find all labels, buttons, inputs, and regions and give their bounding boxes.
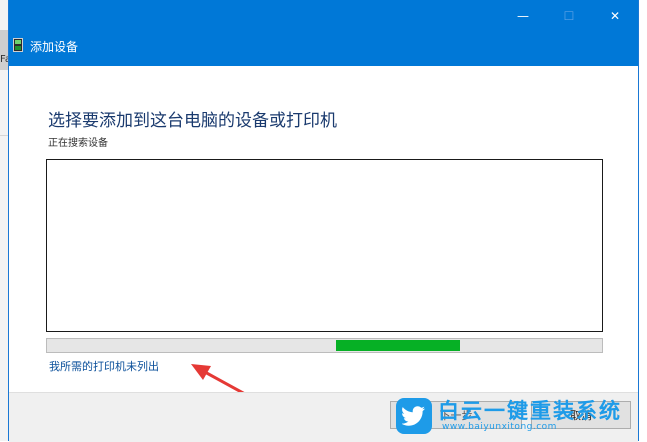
add-device-icon — [13, 38, 23, 52]
bird-logo-icon — [396, 398, 432, 434]
page-heading: 选择要添加到这台电脑的设备或打印机 — [48, 111, 337, 131]
watermark-title: 白云一键重装系统 — [438, 399, 622, 423]
search-progress-bar — [46, 338, 603, 353]
close-button[interactable]: ✕ — [592, 0, 638, 32]
maximize-button[interactable]: ☐ — [546, 0, 592, 32]
watermark: 白云一键重装系统 www.baiyunxitong.com — [388, 392, 647, 441]
add-device-dialog: — ☐ ✕ 添加设备 选择要添加到这台电脑的设备或打印机 正在搜索设备 我所需的… — [8, 0, 639, 442]
watermark-url: www.baiyunxitong.com — [442, 422, 557, 432]
device-list[interactable] — [46, 159, 603, 332]
title-bar[interactable]: — ☐ ✕ 添加设备 — [9, 0, 638, 66]
search-status: 正在搜索设备 — [48, 138, 108, 149]
desktop-background: Fa — [0, 0, 11, 441]
window-title: 添加设备 — [30, 40, 79, 54]
minimize-button[interactable]: — — [500, 0, 546, 32]
window-controls: — ☐ ✕ — [500, 0, 638, 32]
background-divider — [0, 135, 8, 136]
progress-indicator — [335, 340, 461, 351]
printer-not-listed-link[interactable]: 我所需的打印机未列出 — [49, 358, 159, 374]
